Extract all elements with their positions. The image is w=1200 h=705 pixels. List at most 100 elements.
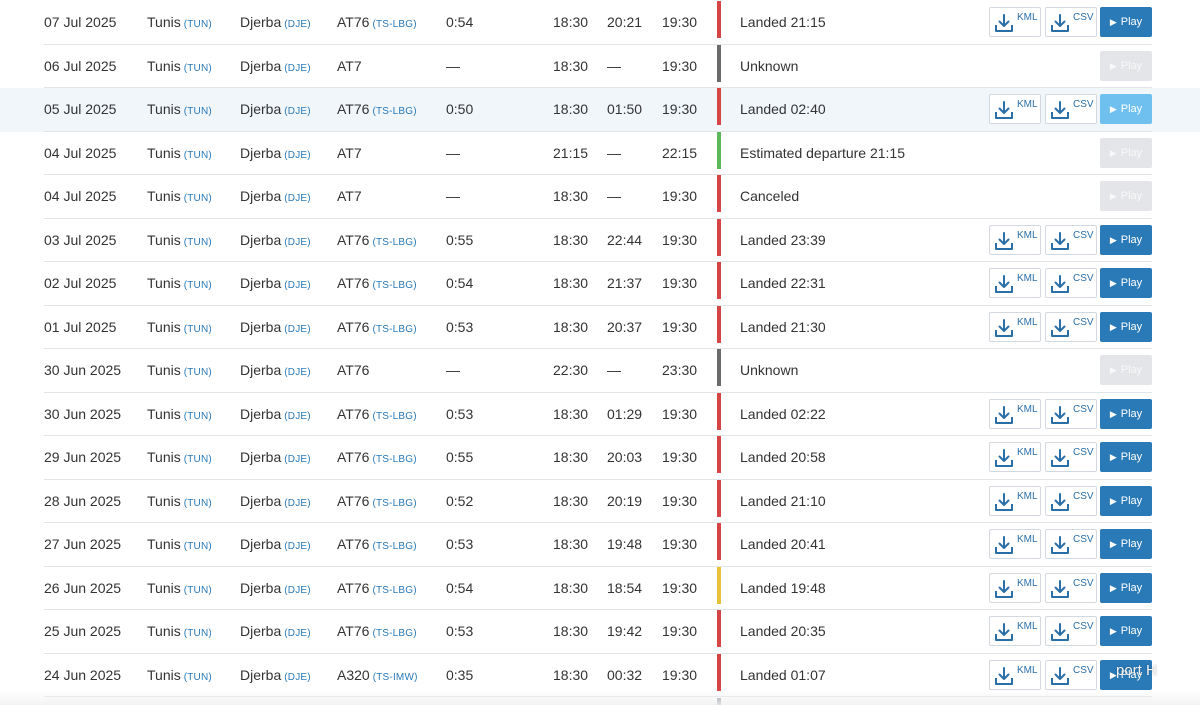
table-row[interactable]: 04 Jul 2025 Tunis (TUN) Djerba (DJE) AT7 — 18:3… [0, 175, 1200, 219]
csv-download-button[interactable]: CSV [1045, 311, 1097, 342]
play-button[interactable]: ▶ Play [1100, 7, 1152, 37]
table-row[interactable]: 04 Jul 2025 Tunis (TUN) Djerba (DJE) AT7 — 21:1… [0, 131, 1200, 176]
play-button[interactable]: ▶ Play [1100, 94, 1152, 124]
registration-link[interactable]: (TS-LBG) [372, 19, 416, 30]
destination-code-link[interactable]: (DJE) [284, 106, 311, 117]
kml-download-button[interactable]: KML [989, 659, 1041, 690]
table-row[interactable]: 26 Jun 2025 Tunis (TUN) Djerba (DJE) AT76 (TS-… [0, 566, 1200, 611]
kml-download-button[interactable]: KML [989, 268, 1041, 298]
play-button[interactable]: ▶ Play [1100, 529, 1152, 559]
table-row[interactable]: 05 Jul 2025 Tunis (TUN) Djerba (DJE) AT76 (TS-… [0, 88, 1200, 132]
destination-code-link[interactable]: (DJE) [284, 193, 311, 204]
flight-date: 30 Jun 2025 [44, 362, 122, 378]
destination-code-link[interactable]: (DJE) [284, 19, 311, 30]
table-row[interactable]: 07 Jul 2025 Tunis (TUN) Djerba (DJE) AT76 (TS-… [0, 1, 1200, 45]
table-row[interactable]: 01 Jul 2025 Tunis (TUN) Djerba (DJE) AT76 (TS-… [0, 305, 1200, 350]
play-button[interactable]: ▶ Play [1100, 224, 1152, 255]
origin-code-link[interactable]: (TUN) [184, 541, 212, 552]
play-button[interactable]: ▶ Play [1100, 311, 1152, 342]
table-row[interactable]: 06 Jul 2025 Tunis (TUN) Djerba (DJE) AT7 — 18:3… [0, 44, 1200, 89]
table-row[interactable]: 24 Jun 2025 Tunis (TUN) Djerba (DJE) A320 (TS-… [0, 653, 1200, 698]
destination-code-link[interactable]: (DJE) [284, 585, 311, 596]
table-row[interactable]: 27 Jun 2025 Tunis (TUN) Djerba (DJE) AT76 (TS-… [0, 523, 1200, 567]
destination-code-link[interactable]: (DJE) [284, 150, 311, 161]
table-row[interactable]: 29 Jun 2025 Tunis (TUN) Djerba (DJE) AT76 (TS-… [0, 436, 1200, 480]
play-button[interactable]: ▶ Play [1100, 398, 1152, 429]
csv-download-button[interactable]: CSV [1045, 572, 1097, 603]
registration-link[interactable]: (TS-LBG) [372, 324, 416, 335]
origin-code-link[interactable]: (TUN) [184, 19, 212, 30]
registration-link[interactable]: (TS-LBG) [372, 585, 416, 596]
download-icon [1051, 536, 1069, 554]
origin-code-link[interactable]: (TUN) [184, 498, 212, 509]
origin-code-link[interactable]: (TUN) [184, 106, 212, 117]
registration-link[interactable]: (TS-LBG) [372, 280, 416, 291]
origin-code-link[interactable]: (TUN) [184, 237, 212, 248]
origin-code-link[interactable]: (TUN) [184, 454, 212, 465]
destination-code-link[interactable]: (DJE) [284, 324, 311, 335]
registration-link[interactable]: (TS-LBG) [372, 454, 416, 465]
origin-code-link[interactable]: (TUN) [184, 367, 212, 378]
kml-download-button[interactable]: KML [989, 94, 1041, 124]
destination-code-link[interactable]: (DJE) [284, 280, 311, 291]
destination-code-link[interactable]: (DJE) [284, 628, 311, 639]
csv-download-button[interactable]: CSV [1045, 616, 1097, 646]
origin-code-link[interactable]: (TUN) [184, 672, 212, 683]
csv-download-button[interactable]: CSV [1045, 485, 1097, 516]
kml-download-button[interactable]: KML [989, 398, 1041, 429]
csv-download-button[interactable]: CSV [1045, 94, 1097, 124]
destination-code-link[interactable]: (DJE) [284, 237, 311, 248]
origin-code-link[interactable]: (TUN) [184, 324, 212, 335]
registration-link[interactable]: (TS-IMW) [373, 672, 418, 683]
play-button[interactable]: ▶ Play [1100, 616, 1152, 646]
destination-code-link[interactable]: (DJE) [284, 498, 311, 509]
kml-download-button[interactable]: KML [989, 7, 1041, 37]
destination-code-link[interactable]: (DJE) [284, 411, 311, 422]
kml-download-button[interactable]: KML [989, 529, 1041, 559]
registration-link[interactable]: (TS-LBG) [372, 628, 416, 639]
origin-code-link[interactable]: (TUN) [184, 63, 212, 74]
csv-download-button[interactable]: CSV [1045, 268, 1097, 298]
registration-link[interactable]: (TS-LBG) [372, 498, 416, 509]
table-row[interactable]: 28 Jun 2025 Tunis (TUN) Djerba (DJE) AT76 (TS-… [0, 479, 1200, 524]
csv-download-button[interactable]: CSV [1045, 442, 1097, 472]
registration-link[interactable]: (TS-LBG) [372, 106, 416, 117]
origin-code-link[interactable]: (TUN) [184, 411, 212, 422]
kml-download-button[interactable]: KML [989, 442, 1041, 472]
play-button[interactable]: ▶ Play [1100, 442, 1152, 472]
destination-code-link[interactable]: (DJE) [284, 672, 311, 683]
play-button[interactable]: ▶ Play [1100, 572, 1152, 603]
play-button[interactable]: ▶ Play [1100, 268, 1152, 298]
destination-code-link[interactable]: (DJE) [284, 541, 311, 552]
kml-download-button[interactable]: KML [989, 224, 1041, 255]
kml-download-button[interactable]: KML [989, 311, 1041, 342]
play-button[interactable]: ▶ Play [1100, 485, 1152, 516]
table-row[interactable]: 30 Jun 2025 Tunis (TUN) Djerba (DJE) AT76 — 22:… [0, 349, 1200, 393]
origin-code-link[interactable]: (TUN) [184, 150, 212, 161]
kml-download-button[interactable]: KML [989, 485, 1041, 516]
csv-download-button[interactable]: CSV [1045, 7, 1097, 37]
registration-link[interactable]: (TS-LBG) [372, 411, 416, 422]
destination-code-link[interactable]: (DJE) [284, 454, 311, 465]
destination-city: Djerba [240, 231, 282, 248]
origin-code-link[interactable]: (TUN) [184, 628, 212, 639]
play-label: Play [1120, 277, 1143, 289]
csv-download-button[interactable]: CSV [1045, 659, 1097, 690]
kml-download-button[interactable]: KML [989, 572, 1041, 603]
destination-code-link[interactable]: (DJE) [284, 367, 311, 378]
kml-download-button[interactable]: KML [989, 616, 1041, 646]
registration-link[interactable]: (TS-LBG) [372, 541, 416, 552]
destination-code-link[interactable]: (DJE) [284, 63, 311, 74]
registration-link[interactable]: (TS-LBG) [372, 237, 416, 248]
table-row[interactable]: 30 Jun 2025 Tunis (TUN) Djerba (DJE) AT76 (TS-… [0, 392, 1200, 437]
csv-download-button[interactable]: CSV [1045, 529, 1097, 559]
table-row[interactable]: 25 Jun 2025 Tunis (TUN) Djerba (DJE) AT76 (TS-… [0, 610, 1200, 654]
table-row[interactable]: 02 Jul 2025 Tunis (TUN) Djerba (DJE) AT76 (TS-… [0, 262, 1200, 306]
play-label: Play [1120, 190, 1143, 202]
origin-code-link[interactable]: (TUN) [184, 280, 212, 291]
origin-code-link[interactable]: (TUN) [184, 585, 212, 596]
origin-code-link[interactable]: (TUN) [184, 193, 212, 204]
csv-download-button[interactable]: CSV [1045, 398, 1097, 429]
csv-download-button[interactable]: CSV [1045, 224, 1097, 255]
table-row[interactable]: 03 Jul 2025 Tunis (TUN) Djerba (DJE) AT76 (TS-… [0, 218, 1200, 263]
